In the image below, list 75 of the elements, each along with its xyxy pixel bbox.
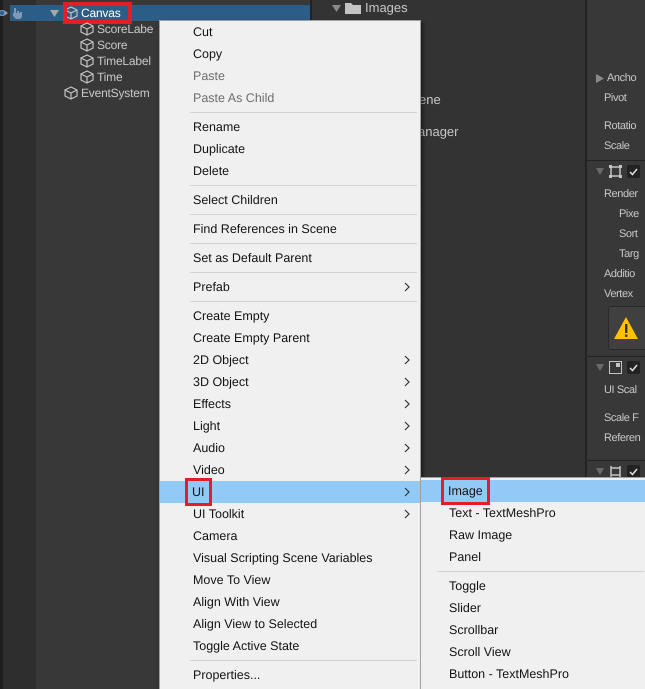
menu-item[interactable]: Visual Scripting Scene Variables — [160, 547, 420, 569]
object-label: ScoreLabe — [97, 21, 154, 38]
menu-item[interactable]: UI Toolkit — [160, 503, 420, 525]
menu-item[interactable]: Scrollbar — [421, 619, 645, 641]
warning-icon — [613, 316, 639, 340]
menu-item[interactable]: Text - TextMeshPro — [421, 502, 645, 524]
cube-icon — [80, 38, 94, 52]
field-label: Render — [604, 186, 638, 202]
cube-icon — [80, 70, 94, 84]
menu-item[interactable]: Panel — [421, 546, 645, 568]
cube-icon — [80, 22, 94, 36]
object-label: Canvas — [81, 5, 120, 22]
menu-item[interactable]: Properties... — [160, 664, 420, 686]
field-label: Sort — [619, 226, 638, 242]
menu-item[interactable]: Button - TextMeshPro — [421, 663, 645, 685]
cube-icon — [64, 86, 78, 100]
menu-item[interactable]: Create Empty Parent — [160, 327, 420, 349]
menu-item[interactable]: Cut — [160, 21, 420, 43]
field-label: Additio — [604, 266, 635, 282]
checkbox[interactable] — [627, 361, 640, 374]
expand-arrow[interactable] — [596, 468, 604, 475]
menu-item[interactable]: Rename — [160, 116, 420, 138]
menu-item[interactable]: Delete — [160, 160, 420, 182]
menu-item[interactable]: UI — [160, 481, 420, 503]
field-label: Pivot — [604, 90, 626, 106]
expand-arrow[interactable] — [596, 364, 604, 371]
menu-item[interactable]: Set as Default Parent — [160, 247, 420, 269]
field-label: Vertex — [604, 286, 633, 302]
field-label: UI Scal — [604, 382, 637, 398]
menu-item[interactable]: 3D Object — [160, 371, 420, 393]
menu-item[interactable]: Slider — [421, 597, 645, 619]
menu-item[interactable]: Video — [160, 459, 420, 481]
folder-icon — [345, 2, 361, 14]
menu-item[interactable]: Create Empty — [160, 305, 420, 327]
menu-item[interactable]: Duplicate — [160, 138, 420, 160]
rect-transform-icon — [609, 165, 622, 178]
field-label: Referen — [604, 430, 640, 446]
menu-item[interactable]: Effects — [160, 393, 420, 415]
asset-label: Images — [365, 0, 408, 17]
foldout-arrow[interactable] — [596, 74, 604, 82]
menu-item[interactable]: Find References in Scene — [160, 218, 420, 240]
checkbox[interactable] — [627, 465, 640, 478]
object-label: TimeLabel — [97, 53, 151, 70]
bracket-icon — [609, 465, 622, 478]
menu-item[interactable]: Toggle — [421, 575, 645, 597]
menu-item[interactable]: Copy — [160, 43, 420, 65]
object-label: Time — [97, 69, 122, 86]
menu-item[interactable]: Align With View — [160, 591, 420, 613]
menu-item[interactable]: Audio — [160, 437, 420, 459]
menu-item[interactable]: Camera — [160, 525, 420, 547]
field-label: Ancho — [607, 70, 636, 86]
expand-arrow[interactable] — [596, 168, 604, 175]
object-label: EventSystem — [81, 85, 150, 102]
cube-icon — [64, 6, 78, 20]
menu-item[interactable]: Align View to Selected — [160, 613, 420, 635]
expand-arrow[interactable] — [50, 9, 60, 17]
menu-item[interactable]: Prefab — [160, 276, 420, 298]
expand-arrow[interactable] — [332, 4, 341, 12]
menu-item[interactable]: Toggle Active State — [160, 635, 420, 657]
menu-item[interactable]: Scroll View — [421, 641, 645, 663]
menu-item[interactable]: Image — [421, 480, 645, 502]
menu-item[interactable]: Select Children — [160, 189, 420, 211]
field-label: Rotatio — [604, 118, 636, 134]
field-label: Targ — [619, 246, 639, 262]
field-label: Pixe — [619, 206, 639, 222]
cube-icon — [80, 54, 94, 68]
menu-item[interactable]: 2D Object — [160, 349, 420, 371]
menu-item[interactable]: Raw Image — [421, 524, 645, 546]
field-label: Scale — [604, 138, 630, 154]
object-label: Score — [97, 37, 128, 54]
menu-item[interactable]: Light — [160, 415, 420, 437]
menu-item[interactable]: Move To View — [160, 569, 420, 591]
field-label: Scale F — [604, 410, 638, 426]
checkbox[interactable] — [627, 165, 640, 178]
window-icon — [609, 361, 622, 374]
